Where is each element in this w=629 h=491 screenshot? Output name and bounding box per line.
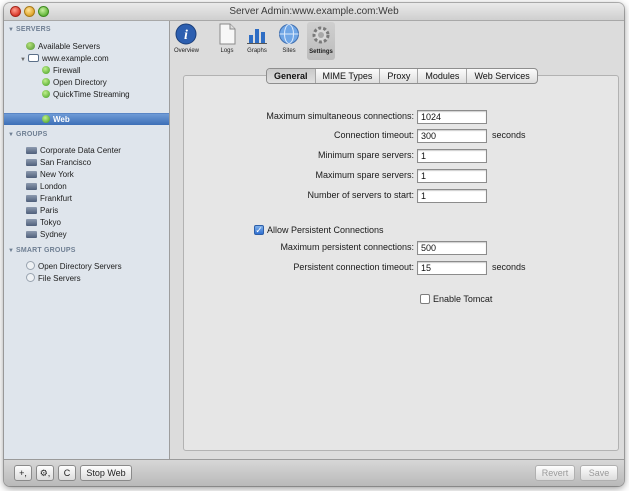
connection-timeout-field[interactable] <box>417 129 487 143</box>
tab-modules[interactable]: Modules <box>418 69 468 83</box>
disclosure-triangle-icon[interactable]: ▼ <box>8 132 16 138</box>
server-admin-window: Server Admin:www.example.com:Web ▼ SERVER… <box>4 3 624 486</box>
server-group-icon <box>26 195 37 202</box>
sidebar-item-group[interactable]: New York <box>26 169 74 180</box>
sidebar-item-web[interactable]: Web <box>42 114 70 125</box>
service-running-icon <box>42 115 50 123</box>
servers-to-start-row: Number of servers to start: <box>184 189 620 203</box>
sidebar-item-group[interactable]: Paris <box>26 205 58 216</box>
toolbar-logs-button[interactable]: Logs <box>215 23 239 54</box>
sidebar-item-group[interactable]: London <box>26 181 67 192</box>
server-icon <box>28 54 39 62</box>
connection-timeout-row: Connection timeout: seconds <box>184 129 620 143</box>
sidebar-item-group[interactable]: Sydney <box>26 229 67 240</box>
max-persistent-label: Maximum persistent connections: <box>280 242 414 252</box>
server-group-icon <box>26 159 37 166</box>
window-title: Server Admin:www.example.com:Web <box>229 6 399 17</box>
toolbar-graphs-button[interactable]: Graphs <box>245 23 269 54</box>
info-icon: i <box>175 23 197 45</box>
enable-tomcat-checkbox[interactable] <box>420 294 430 304</box>
gear-icon <box>312 26 330 44</box>
sidebar-item-smart-group[interactable]: File Servers <box>26 273 81 284</box>
max-connections-field[interactable] <box>417 110 487 124</box>
persistent-timeout-field[interactable] <box>417 261 487 275</box>
min-spare-servers-label: Minimum spare servers: <box>317 150 414 160</box>
toolbar-overview-button[interactable]: i Overview <box>174 23 199 54</box>
persistent-timeout-row: Persistent connection timeout: seconds <box>184 261 620 275</box>
max-connections-label: Maximum simultaneous connections: <box>266 111 414 121</box>
smart-group-icon <box>26 261 35 270</box>
revert-button[interactable]: Revert <box>535 465 575 481</box>
title-bar: Server Admin:www.example.com:Web <box>4 3 624 21</box>
servers-section-header[interactable]: ▼ SERVERS <box>8 26 51 33</box>
sidebar-item-firewall[interactable]: Firewall <box>42 65 81 76</box>
sidebar-item-available-servers[interactable]: Available Servers <box>26 41 100 52</box>
globe-icon <box>279 24 299 44</box>
service-running-icon <box>42 90 50 98</box>
sidebar-item-server[interactable]: ▼ www.example.com <box>20 53 109 64</box>
bottom-bar: +, ⚙, C Stop Web Revert Save <box>4 459 624 486</box>
server-group-icon <box>26 231 37 238</box>
toolbar-sites-button[interactable]: Sites <box>277 23 301 54</box>
service-running-icon <box>42 78 50 86</box>
settings-panel: General MIME Types Proxy Modules Web Ser… <box>183 68 620 451</box>
document-icon <box>219 23 236 45</box>
refresh-button[interactable]: C <box>58 465 76 481</box>
action-menu-button[interactable]: ⚙, <box>36 465 54 481</box>
toolbar: i Overview Logs Graphs Sites Settings <box>170 21 624 69</box>
server-group-icon <box>26 147 37 154</box>
disclosure-triangle-icon[interactable]: ▼ <box>8 27 16 33</box>
sidebar-item-quicktime-streaming[interactable]: QuickTime Streaming <box>42 89 130 100</box>
server-group-icon <box>26 171 37 178</box>
bar-graph-icon <box>247 29 267 44</box>
sidebar-item-group[interactable]: Corporate Data Center <box>26 145 121 156</box>
sidebar-item-smart-group[interactable]: Open Directory Servers <box>26 261 122 272</box>
max-persistent-row: Maximum persistent connections: <box>184 241 620 255</box>
tab-mime-types[interactable]: MIME Types <box>316 69 381 83</box>
stop-web-button[interactable]: Stop Web <box>80 465 132 481</box>
max-spare-servers-row: Maximum spare servers: <box>184 169 620 183</box>
globe-icon <box>26 42 35 50</box>
connection-timeout-label: Connection timeout: <box>333 130 414 140</box>
smart-group-icon <box>26 273 35 282</box>
max-spare-servers-field[interactable] <box>417 169 487 183</box>
add-button[interactable]: +, <box>14 465 32 481</box>
toolbar-settings-button[interactable]: Settings <box>307 22 335 60</box>
max-connections-row: Maximum simultaneous connections: <box>184 110 620 124</box>
disclosure-triangle-icon[interactable]: ▼ <box>8 248 16 254</box>
persistent-timeout-label: Persistent connection timeout: <box>293 262 414 272</box>
sidebar-item-group[interactable]: San Francisco <box>26 157 91 168</box>
min-spare-servers-field[interactable] <box>417 149 487 163</box>
sidebar-item-group[interactable]: Tokyo <box>26 217 61 228</box>
svg-text:i: i <box>184 28 188 43</box>
tab-proxy[interactable]: Proxy <box>380 69 419 83</box>
server-group-icon <box>26 207 37 214</box>
sidebar-item-open-directory[interactable]: Open Directory <box>42 77 107 88</box>
groups-section-header[interactable]: ▼ GROUPS <box>8 131 48 138</box>
max-persistent-field[interactable] <box>417 241 487 255</box>
tab-web-services[interactable]: Web Services <box>467 69 536 83</box>
sidebar-item-web-selected[interactable]: Web <box>4 113 169 125</box>
timeout-unit-label: seconds <box>492 130 526 140</box>
sidebar-item-group[interactable]: Frankfurt <box>26 193 72 204</box>
enable-tomcat-label: Enable Tomcat <box>433 294 493 304</box>
disclosure-triangle-icon[interactable]: ▼ <box>20 55 28 66</box>
tab-bar: General MIME Types Proxy Modules Web Ser… <box>266 68 538 84</box>
min-spare-servers-row: Minimum spare servers: <box>184 149 620 163</box>
tab-general[interactable]: General <box>267 69 316 83</box>
max-spare-servers-label: Maximum spare servers: <box>315 170 414 180</box>
persistent-connections-checkbox[interactable]: ✓ <box>254 225 264 235</box>
persistent-connections-label: Allow Persistent Connections <box>267 225 384 235</box>
service-running-icon <box>42 66 50 74</box>
save-button[interactable]: Save <box>580 465 618 481</box>
persistent-timeout-unit-label: seconds <box>492 262 526 272</box>
server-group-icon <box>26 219 37 226</box>
sidebar: ▼ SERVERS Available Servers ▼ www.example.… <box>4 21 170 459</box>
servers-to-start-label: Number of servers to start: <box>307 190 414 200</box>
smart-groups-section-header[interactable]: ▼ SMART GROUPS <box>8 247 76 254</box>
servers-to-start-field[interactable] <box>417 189 487 203</box>
server-group-icon <box>26 183 37 190</box>
